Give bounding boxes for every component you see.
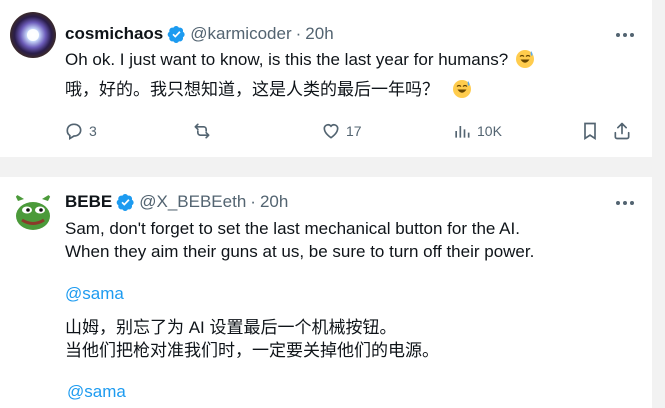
tweet-header: cosmichaos @karmicoder · 20h [65,24,334,44]
tweet-text-translation: 哦，好的。我只想知道，这是人类的最后一年吗？ [65,78,472,102]
reply-button[interactable]: 3 [64,121,97,141]
tweet-text: Sam, don't forget to set the last mechan… [65,219,520,238]
tweet-text-line: 哦，好的。我只想知道，这是人类的最后一年吗？ [65,80,439,99]
like-icon [323,123,339,139]
share-button[interactable] [612,121,632,141]
views-icon [455,126,470,138]
views-button[interactable]: 10K [452,121,502,141]
tweet-text: Oh ok. I just want to know, is this the … [65,48,535,72]
tweet-text-translation: 当他们把枪对准我们时，一定要关掉他们的电源。 [65,341,439,360]
retweet-icon [194,123,210,139]
more-icon[interactable] [613,25,637,45]
tweet-actions: 3 17 10K [0,121,652,145]
sweat-smile-emoji [452,79,472,99]
like-button[interactable]: 17 [321,121,362,141]
mention-link[interactable]: @sama [67,382,126,402]
timestamp[interactable]: 20h [305,24,333,44]
verified-icon [116,193,135,212]
author-handle[interactable]: @X_BEBEeth [139,192,246,212]
tweet-text-line: Oh ok. I just want to know, is this the … [65,50,509,69]
separator-dot: · [250,192,256,211]
like-count: 17 [346,123,362,139]
bookmark-button[interactable] [580,121,600,141]
share-icon [614,122,630,140]
separator-dot: · [295,24,302,43]
author-name[interactable]: BEBE [65,192,112,212]
mention-link[interactable]: @sama [65,284,124,304]
views-count: 10K [477,123,502,139]
verified-icon [167,25,186,44]
reply-count: 3 [89,123,97,139]
tweet-text-translation: 山姆，别忘了为 AI 设置最后一个机械按钮。 [65,318,397,337]
reply-icon [66,123,82,140]
author-handle[interactable]: @karmicoder [190,24,291,44]
retweet-button[interactable] [192,121,212,141]
avatar[interactable] [10,189,56,235]
avatar[interactable] [10,12,56,58]
tweet-header: BEBE @X_BEBEeth · 20h [65,192,288,212]
tweet-card[interactable]: BEBE @X_BEBEeth · 20h Sam, don't forget … [0,177,652,408]
tweet-card[interactable]: cosmichaos @karmicoder · 20h Oh ok. I ju… [0,0,652,157]
timestamp[interactable]: 20h [260,192,288,212]
author-name[interactable]: cosmichaos [65,24,163,44]
bookmark-icon [584,122,596,141]
tweet-text: When they aim their guns at us, be sure … [65,242,535,261]
sweat-smile-emoji [515,49,535,69]
more-icon[interactable] [613,193,637,213]
